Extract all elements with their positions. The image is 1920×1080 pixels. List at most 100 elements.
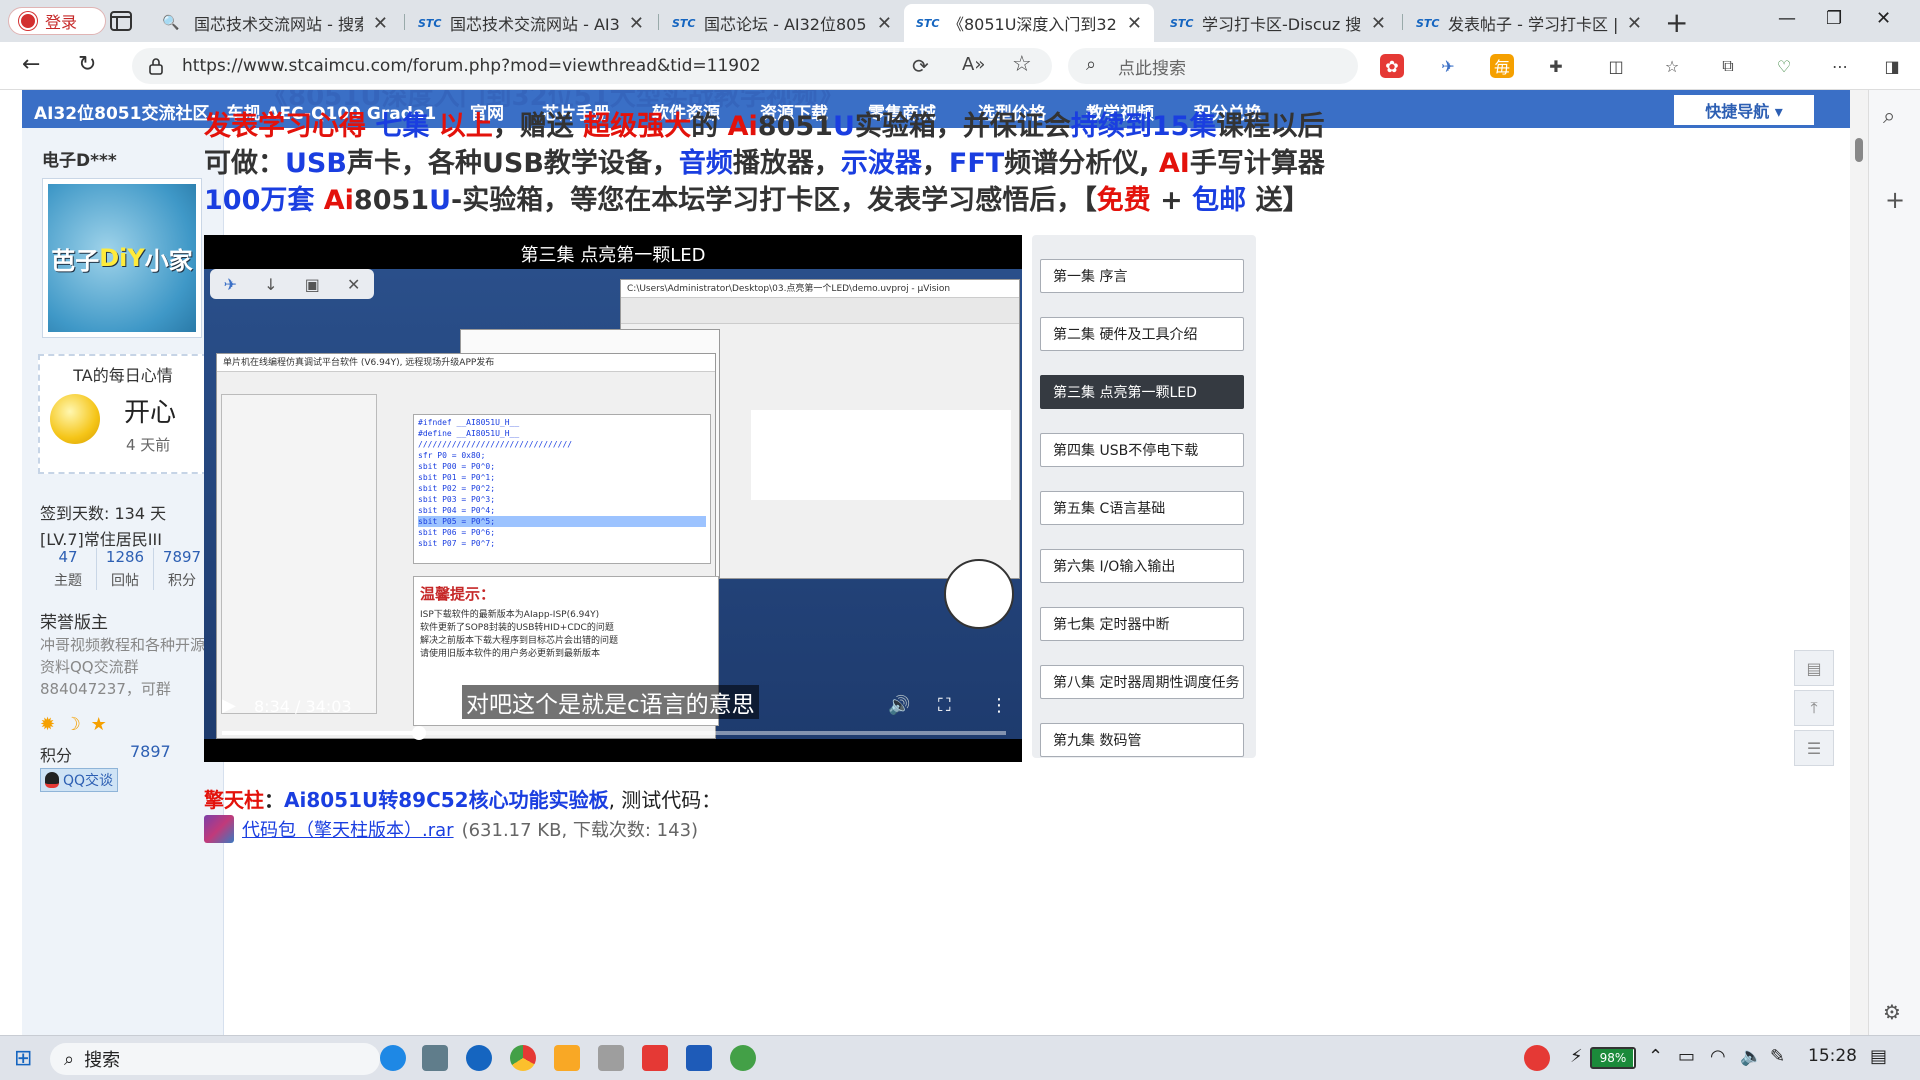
split-screen-icon[interactable]: ◫ [1604, 54, 1628, 78]
video-player[interactable]: 第三集 点亮第一颗LED C:\Users\Administrator\Desk… [204, 235, 1022, 762]
taskbar-search[interactable]: ⌕ 搜索 [50, 1043, 380, 1075]
episode-item[interactable]: 第七集 定时器中断 [1040, 607, 1244, 641]
tab-forum-8051[interactable]: STC 国芯论坛 - AI32位8051交流 ✕ [660, 4, 904, 42]
calculator-icon[interactable] [422, 1045, 448, 1071]
tab-discuz-search[interactable]: STC 学习打卡区-Discuz 搜索 - ✕ [1158, 4, 1398, 42]
float-comment-icon[interactable]: ▤ [1794, 650, 1834, 686]
float-list-icon[interactable]: ☰ [1794, 730, 1834, 766]
collections-icon[interactable]: ⧉ [1716, 54, 1740, 78]
extensions-puzzle-icon[interactable]: ✚ [1544, 54, 1568, 78]
extension-orange-icon[interactable]: 毎 [1490, 54, 1514, 78]
speaker-icon[interactable]: 🔈 [1740, 1046, 1762, 1067]
restore-icon[interactable]: ❐ [1826, 8, 1842, 29]
promo-line-1: 发表学习心得 七集 以上，赠送 超级强大的 Ai8051U实验箱，并保证会持续到… [204, 104, 1324, 143]
wps-icon[interactable] [642, 1045, 668, 1071]
tab-close-icon[interactable]: ✕ [373, 13, 388, 34]
network-tool-icon[interactable] [598, 1045, 624, 1071]
quick-nav-button[interactable]: 快捷导航 ▾ [1674, 95, 1814, 125]
favorite-star-icon[interactable]: ☆ [1012, 52, 1032, 77]
blue-app-icon[interactable] [466, 1045, 492, 1071]
edge-browser-icon[interactable] [380, 1045, 406, 1071]
start-windows-icon[interactable]: ⊞ [14, 1046, 32, 1071]
username[interactable]: 电子D*** [42, 146, 117, 171]
file-explorer-icon[interactable] [554, 1045, 580, 1071]
battery-indicator[interactable]: 98% [1590, 1047, 1636, 1069]
episode-item[interactable]: 第四集 USB不停电下载 [1040, 433, 1244, 467]
tray-app-icon[interactable] [1524, 1045, 1550, 1071]
notification-icon[interactable]: ▤ [1870, 1046, 1887, 1067]
stat-topics[interactable]: 47 主题 [40, 548, 97, 590]
video-progress-bar[interactable] [222, 726, 1006, 740]
scrollbar-thumb[interactable] [1855, 138, 1863, 162]
chrome-icon[interactable] [510, 1045, 536, 1071]
side-add-icon[interactable]: + [1885, 186, 1905, 214]
pen-icon[interactable]: ✎ [1770, 1046, 1785, 1067]
tray-expand-icon[interactable]: ⌃ [1648, 1046, 1663, 1067]
extension-bird-icon[interactable]: ✈ [1436, 54, 1460, 78]
side-settings-gear-icon[interactable]: ⚙ [1883, 1000, 1901, 1024]
pin-bird-icon[interactable]: ✈ [224, 275, 237, 294]
tab-close-icon[interactable]: ✕ [629, 13, 644, 34]
user-level[interactable]: [LV.7]常住居民III [40, 526, 162, 550]
read-aloud-icon[interactable]: A» [962, 54, 985, 75]
profile-login-button[interactable]: 登录 [8, 7, 106, 35]
more-menu-icon[interactable]: ⋯ [1828, 54, 1852, 78]
word-icon[interactable] [686, 1045, 712, 1071]
mood-time: 4 天前 [126, 436, 171, 454]
minimize-icon[interactable]: — [1778, 8, 1796, 29]
sidebar-toggle-icon[interactable]: ◨ [1880, 54, 1904, 78]
favorites-icon[interactable]: ☆ [1660, 54, 1684, 78]
close-window-icon[interactable]: ✕ [1876, 8, 1891, 29]
fullscreen-icon[interactable]: ⛶ [938, 695, 951, 716]
tab-close-icon[interactable]: ✕ [1627, 13, 1642, 34]
page-scrollbar[interactable] [1850, 90, 1868, 1035]
stat-replies[interactable]: 1286 回帖 [97, 548, 154, 590]
tab-close-icon[interactable]: ✕ [1371, 13, 1386, 34]
qq-chat-button[interactable]: QQ交谈 [40, 768, 118, 792]
episode-item[interactable]: 第五集 C语言基础 [1040, 491, 1244, 525]
picture-in-picture-icon[interactable]: ▣ [305, 275, 320, 294]
code-line: sfr P0 = 0x80; [418, 451, 486, 460]
play-icon[interactable]: ▶ [222, 695, 236, 716]
close-icon[interactable]: ✕ [347, 275, 360, 294]
extension-red-icon[interactable]: ✿ [1380, 54, 1404, 78]
tab-active-thread[interactable]: STC 《8051U深度入门到32位5 ✕ [904, 4, 1154, 42]
download-icon[interactable]: ↓ [264, 275, 277, 294]
browser-search-input[interactable]: ⌕ 点此搜索 [1068, 48, 1358, 84]
translate-icon[interactable]: ⟳ [912, 54, 929, 78]
volume-icon[interactable]: 🔊 [888, 695, 910, 716]
float-back-to-top-icon[interactable]: ⤒ [1794, 690, 1834, 726]
episode-item[interactable]: 第二集 硬件及工具介绍 [1040, 317, 1244, 351]
clock[interactable]: 15:28 [1808, 1046, 1857, 1066]
tab-actions-icon[interactable] [108, 9, 134, 33]
episode-item[interactable]: 第一集 序言 [1040, 259, 1244, 293]
episode-item[interactable]: 第三集 点亮第一颗LED [1040, 375, 1244, 409]
back-icon[interactable]: ← [22, 52, 40, 77]
wechat-icon[interactable] [730, 1045, 756, 1071]
performance-heart-icon[interactable]: ♡ [1772, 54, 1796, 78]
board-name-link[interactable]: Ai8051U转89C52核心功能实验板 [284, 788, 609, 812]
refresh-icon[interactable]: ↻ [78, 52, 96, 77]
tab-search[interactable]: 🔍 国芯技术交流网站 - 搜索 ✕ [150, 4, 400, 42]
wifi-icon[interactable]: ◠ [1710, 1046, 1726, 1067]
tab-forum-ai32[interactable]: STC 国芯技术交流网站 - AI32位 ✕ [406, 4, 656, 42]
plug-icon: ⚡ [1570, 1046, 1583, 1067]
tab-post-reply[interactable]: STC 发表帖子 - 学习打卡区 | 国 ✕ [1404, 4, 1654, 42]
promo-segment: ， [921, 148, 949, 179]
user-profile-column: 电子D*** 芭 子 D i Y 小 家 TA的每日心情 开心 4 天前 签到天… [22, 128, 224, 1035]
url-field[interactable]: https://www.stcaimcu.com/forum.php?mod=v… [132, 48, 1052, 84]
tab-close-icon[interactable]: ✕ [877, 13, 892, 34]
tab-close-icon[interactable]: ✕ [1127, 13, 1142, 34]
more-options-icon[interactable]: ⋮ [990, 695, 1008, 716]
episode-item[interactable]: 第九集 数码管 [1040, 723, 1244, 757]
attachment-link[interactable]: 代码包（擎天柱版本）.rar [242, 816, 454, 842]
new-tab-icon[interactable]: + [1665, 6, 1688, 39]
episode-item[interactable]: 第六集 I/O输入输出 [1040, 549, 1244, 583]
tray-monitor-icon[interactable]: ▭ [1678, 1046, 1695, 1067]
user-avatar[interactable]: 芭 子 D i Y 小 家 [42, 178, 202, 338]
side-search-icon[interactable]: ⌕ [1883, 104, 1895, 129]
stat-points[interactable]: 7897 积分 [154, 548, 210, 590]
search-icon: ⌕ [64, 1048, 75, 1070]
episode-item[interactable]: 第八集 定时器周期性调度任务 [1040, 665, 1244, 699]
search-icon: ⌕ [1086, 54, 1097, 75]
